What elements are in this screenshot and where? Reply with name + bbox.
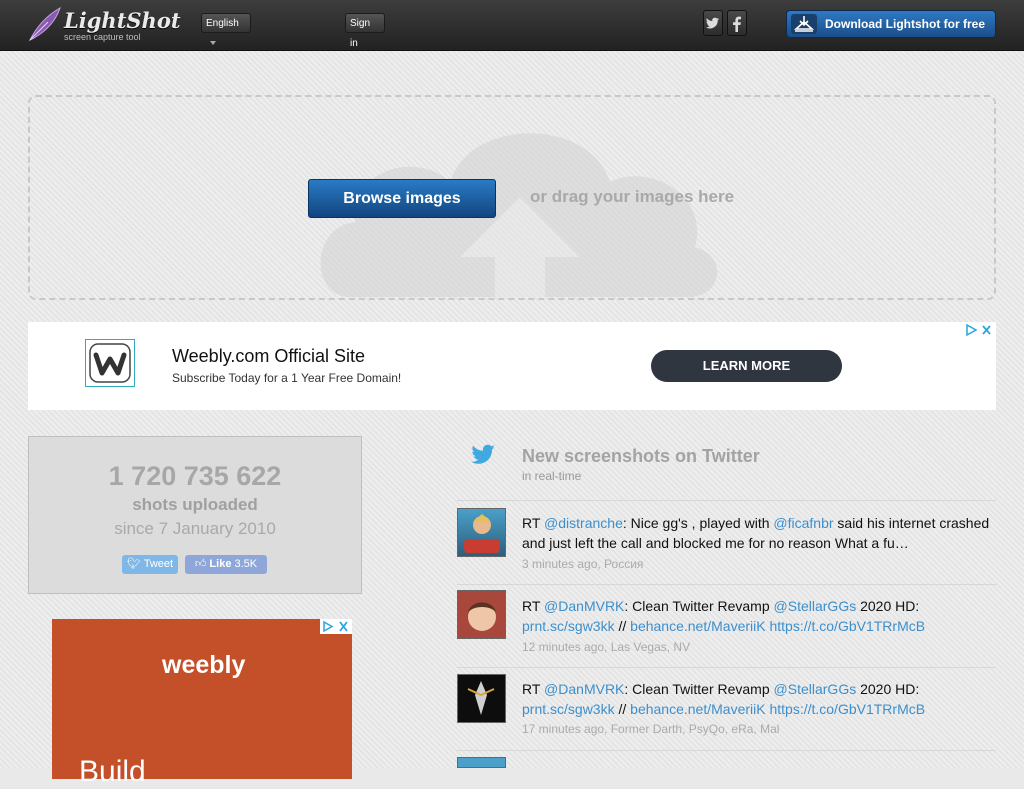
twitter-title[interactable]: New screenshots on Twitter — [522, 446, 760, 467]
ad-choices-close-icon[interactable] — [963, 322, 994, 338]
stats-panel: 1 720 735 622 shots uploaded since 7 Jan… — [28, 436, 362, 594]
weebly-logo[interactable] — [85, 339, 135, 387]
tweet-bird-icon: 🐦︎ — [126, 558, 141, 570]
divider — [457, 750, 996, 751]
shots-label: shots uploaded — [132, 495, 258, 514]
signin-label: Sign in — [350, 18, 371, 49]
tweet-link[interactable]: behance.net/MaveriiK — [630, 701, 765, 717]
ad-headline: Build — [79, 755, 146, 788]
mention-link[interactable]: @DanMVRK — [544, 681, 624, 697]
feather-icon — [28, 6, 61, 42]
learn-more-button[interactable]: LEARN MORE — [651, 350, 842, 382]
signin-button[interactable]: Sign in — [345, 13, 385, 49]
avatar[interactable] — [457, 757, 506, 768]
top-bar: LightShot screen capture tool English Si… — [0, 0, 1024, 51]
avatar-image — [464, 514, 500, 553]
tweet-meta[interactable]: 12 minutes ago, Las Vegas, NV — [522, 640, 690, 654]
browse-images-button[interactable]: Browse images — [308, 179, 496, 218]
logo-tagline: screen capture tool — [64, 32, 141, 42]
mention-link[interactable]: @distranche — [544, 515, 623, 531]
avatar[interactable] — [457, 674, 506, 723]
facebook-icon — [733, 16, 741, 32]
tweet-text: RT @DanMVRK: Clean Twitter Revamp @Stell… — [522, 681, 920, 697]
mention-link[interactable]: @ficafnbr — [773, 515, 833, 531]
twitter-icon — [706, 17, 719, 29]
download-label: Download Lightshot for free — [825, 17, 985, 31]
ad-title[interactable]: Weebly.com Official Site — [172, 346, 365, 367]
lightshot-logo[interactable]: LightShot screen capture tool — [26, 6, 181, 44]
tweet-links: prnt.sc/sgw3kk // behance.net/MaveriiK h… — [522, 618, 926, 634]
facebook-button[interactable] — [727, 10, 747, 36]
weebly-brand[interactable]: weebly — [162, 651, 245, 680]
tweet-meta[interactable]: 3 minutes ago, Россия — [522, 557, 643, 571]
tweet-button[interactable]: 🐦︎ Tweet — [122, 555, 178, 574]
tweet-link[interactable]: https://t.co/GbV1TRrMcB — [766, 618, 925, 634]
tweet-link[interactable]: https://t.co/GbV1TRrMcB — [766, 701, 925, 717]
shots-count: 1 720 735 622 — [108, 461, 282, 491]
tweet-meta[interactable]: 17 minutes ago, Former Darth, PsyQo, eRa… — [522, 722, 779, 736]
language-label: English — [206, 18, 239, 29]
tweet-link[interactable]: behance.net/MaveriiK — [630, 618, 765, 634]
like-count: 3.5K — [234, 558, 258, 570]
download-icon — [791, 14, 817, 34]
avatar[interactable] — [457, 508, 506, 557]
mention-link[interactable]: @StellarGGs — [774, 681, 857, 697]
tweet-label: Tweet — [143, 558, 174, 570]
avatar-image — [458, 675, 505, 722]
side-ad[interactable]: weebly Build — [52, 619, 352, 788]
divider — [457, 500, 996, 501]
avatar[interactable] — [457, 590, 506, 639]
logo-text: LightShot — [64, 8, 181, 33]
like-label: Like — [209, 558, 232, 570]
tweet-text-line2: and just left the call and blocked me fo… — [522, 535, 909, 551]
twitter-bird-icon — [471, 444, 495, 464]
ad-choices-close-icon[interactable] — [320, 619, 352, 634]
chevron-down-icon — [210, 41, 216, 46]
divider — [457, 584, 996, 585]
since-date: since 7 January 2010 — [114, 519, 276, 538]
tweet-link[interactable]: prnt.sc/sgw3kk — [522, 701, 615, 717]
mention-link[interactable]: @DanMVRK — [544, 598, 624, 614]
upload-dropzone[interactable] — [28, 95, 996, 300]
avatar-image — [458, 591, 505, 638]
tweet-text: RT @DanMVRK: Clean Twitter Revamp @Stell… — [522, 598, 920, 614]
tweet-link[interactable]: prnt.sc/sgw3kk — [522, 618, 615, 634]
twitter-subtitle: in real-time — [522, 469, 582, 483]
ad-banner[interactable]: Weebly.com Official Site Subscribe Today… — [28, 322, 996, 410]
tweet-links: prnt.sc/sgw3kk // behance.net/MaveriiK h… — [522, 701, 926, 717]
mention-link[interactable]: @StellarGGs — [774, 598, 857, 614]
like-button[interactable]: 👍︎ Like 3.5K — [185, 555, 267, 574]
thumbs-up-icon: 👍︎ — [194, 558, 207, 570]
download-button[interactable]: Download Lightshot for free — [786, 10, 996, 38]
drag-hint: or drag your images here — [530, 187, 735, 206]
divider — [457, 667, 996, 668]
ad-subtitle: Subscribe Today for a 1 Year Free Domain… — [172, 371, 402, 385]
weebly-w-icon — [89, 343, 131, 383]
tweet-text: RT @distranche: Nice gg's , played with … — [522, 515, 990, 531]
language-select[interactable]: English — [201, 13, 251, 46]
twitter-button[interactable] — [703, 10, 723, 36]
